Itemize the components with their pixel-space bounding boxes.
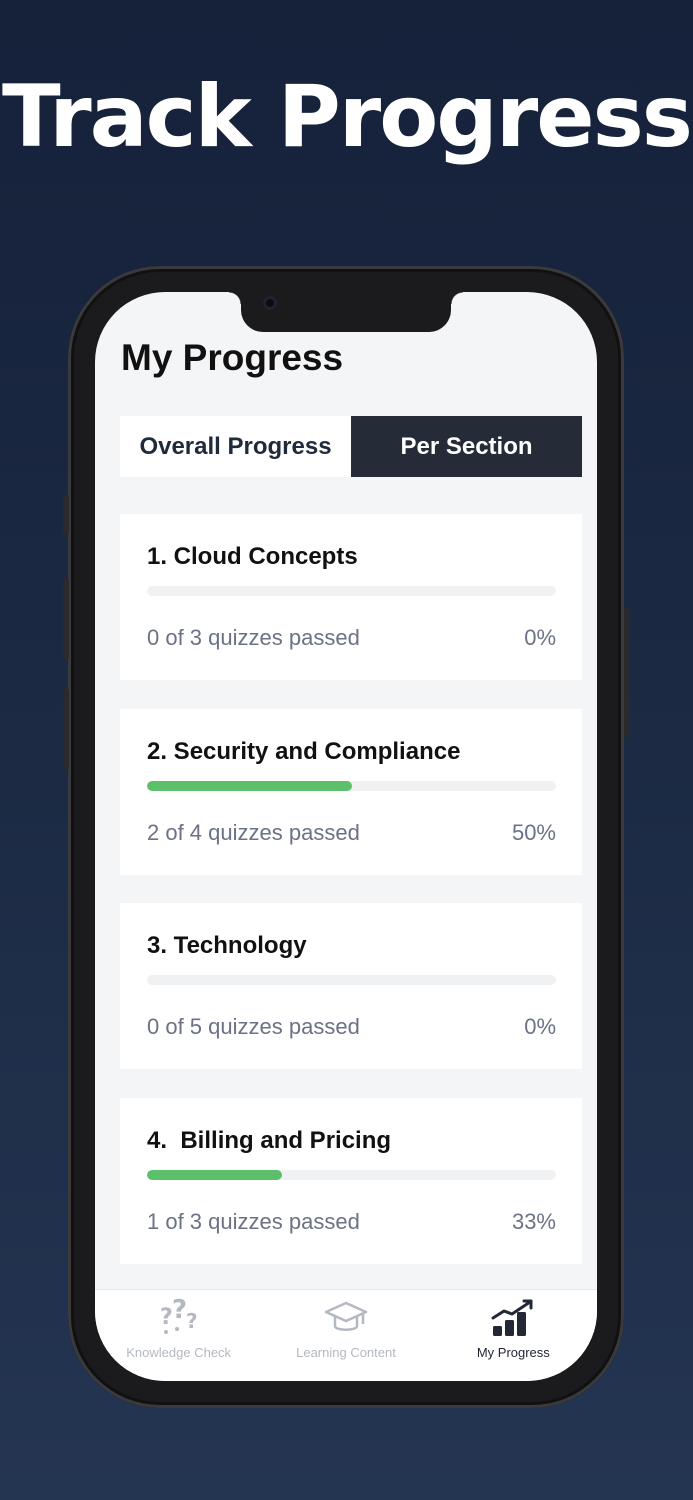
front-camera: [263, 296, 277, 310]
phone-power-button: [624, 608, 630, 738]
bottom-tab-bar: ? ? ? Knowledge Check Learning Content M…: [95, 1289, 597, 1381]
svg-text:?: ?: [160, 1305, 173, 1330]
section-progress-fill: [147, 780, 352, 791]
svg-text:?: ?: [172, 1298, 187, 1325]
phone-volume-up-button: [63, 578, 69, 660]
phone-silent-switch: [63, 495, 69, 535]
question-marks-icon: ? ? ?: [160, 1298, 198, 1334]
bar-chart-trend-icon: [491, 1299, 533, 1336]
section-percent: 50%: [511, 819, 556, 845]
section-quiz-status: 2 of 4 quizzes passed: [147, 819, 360, 845]
section-progress-fill: [147, 1169, 282, 1180]
tab-knowledge-check[interactable]: ? ? ? Knowledge Check: [95, 1290, 262, 1381]
segment-overall-progress[interactable]: Overall Progress: [120, 416, 351, 477]
section-percent: 0%: [524, 625, 556, 650]
graduation-cap-icon: [324, 1301, 368, 1331]
section-card[interactable]: 2. Security and Compliance 2 of 4 quizze…: [120, 708, 582, 875]
section-list: 1. Cloud Concepts 0 of 3 quizzes passed …: [120, 514, 582, 1292]
section-progress-track: [147, 975, 556, 985]
segment-per-section[interactable]: Per Section: [351, 416, 582, 477]
section-title: 4. Billing and Pricing: [147, 1126, 392, 1154]
section-card[interactable]: 1. Cloud Concepts 0 of 3 quizzes passed …: [120, 514, 582, 680]
section-quiz-status: 0 of 5 quizzes passed: [147, 1014, 360, 1039]
phone-screen: My Progress Overall Progress Per Section…: [95, 292, 597, 1381]
section-progress-track: [147, 780, 556, 791]
tab-my-progress[interactable]: My Progress: [430, 1290, 597, 1381]
section-quiz-status: 0 of 3 quizzes passed: [147, 625, 360, 650]
section-quiz-status: 1 of 3 quizzes passed: [147, 1208, 360, 1234]
section-title: 3. Technology: [147, 932, 307, 959]
notch: [229, 292, 463, 332]
section-card[interactable]: 3. Technology 0 of 5 quizzes passed 0%: [120, 903, 582, 1069]
tab-learning-content[interactable]: Learning Content: [262, 1290, 429, 1381]
tab-label: My Progress: [476, 1345, 550, 1360]
section-percent: 33%: [511, 1208, 556, 1234]
tab-label: Knowledge Check: [126, 1345, 232, 1360]
section-percent: 0%: [524, 1014, 556, 1039]
progress-view-segmented-control: Overall Progress Per Section: [120, 416, 582, 477]
promo-headline: Track Progress: [2, 67, 693, 167]
section-card[interactable]: 4. Billing and Pricing 1 of 3 quizzes pa…: [120, 1097, 582, 1264]
section-progress-track: [147, 586, 556, 596]
page-title: My Progress: [121, 337, 344, 378]
section-title: 2. Security and Compliance: [147, 737, 461, 765]
section-progress-track: [147, 1169, 556, 1180]
section-title: 1. Cloud Concepts: [147, 543, 358, 570]
tab-label: Learning Content: [296, 1345, 396, 1360]
svg-text:?: ?: [186, 1309, 198, 1333]
phone-volume-down-button: [63, 688, 69, 770]
